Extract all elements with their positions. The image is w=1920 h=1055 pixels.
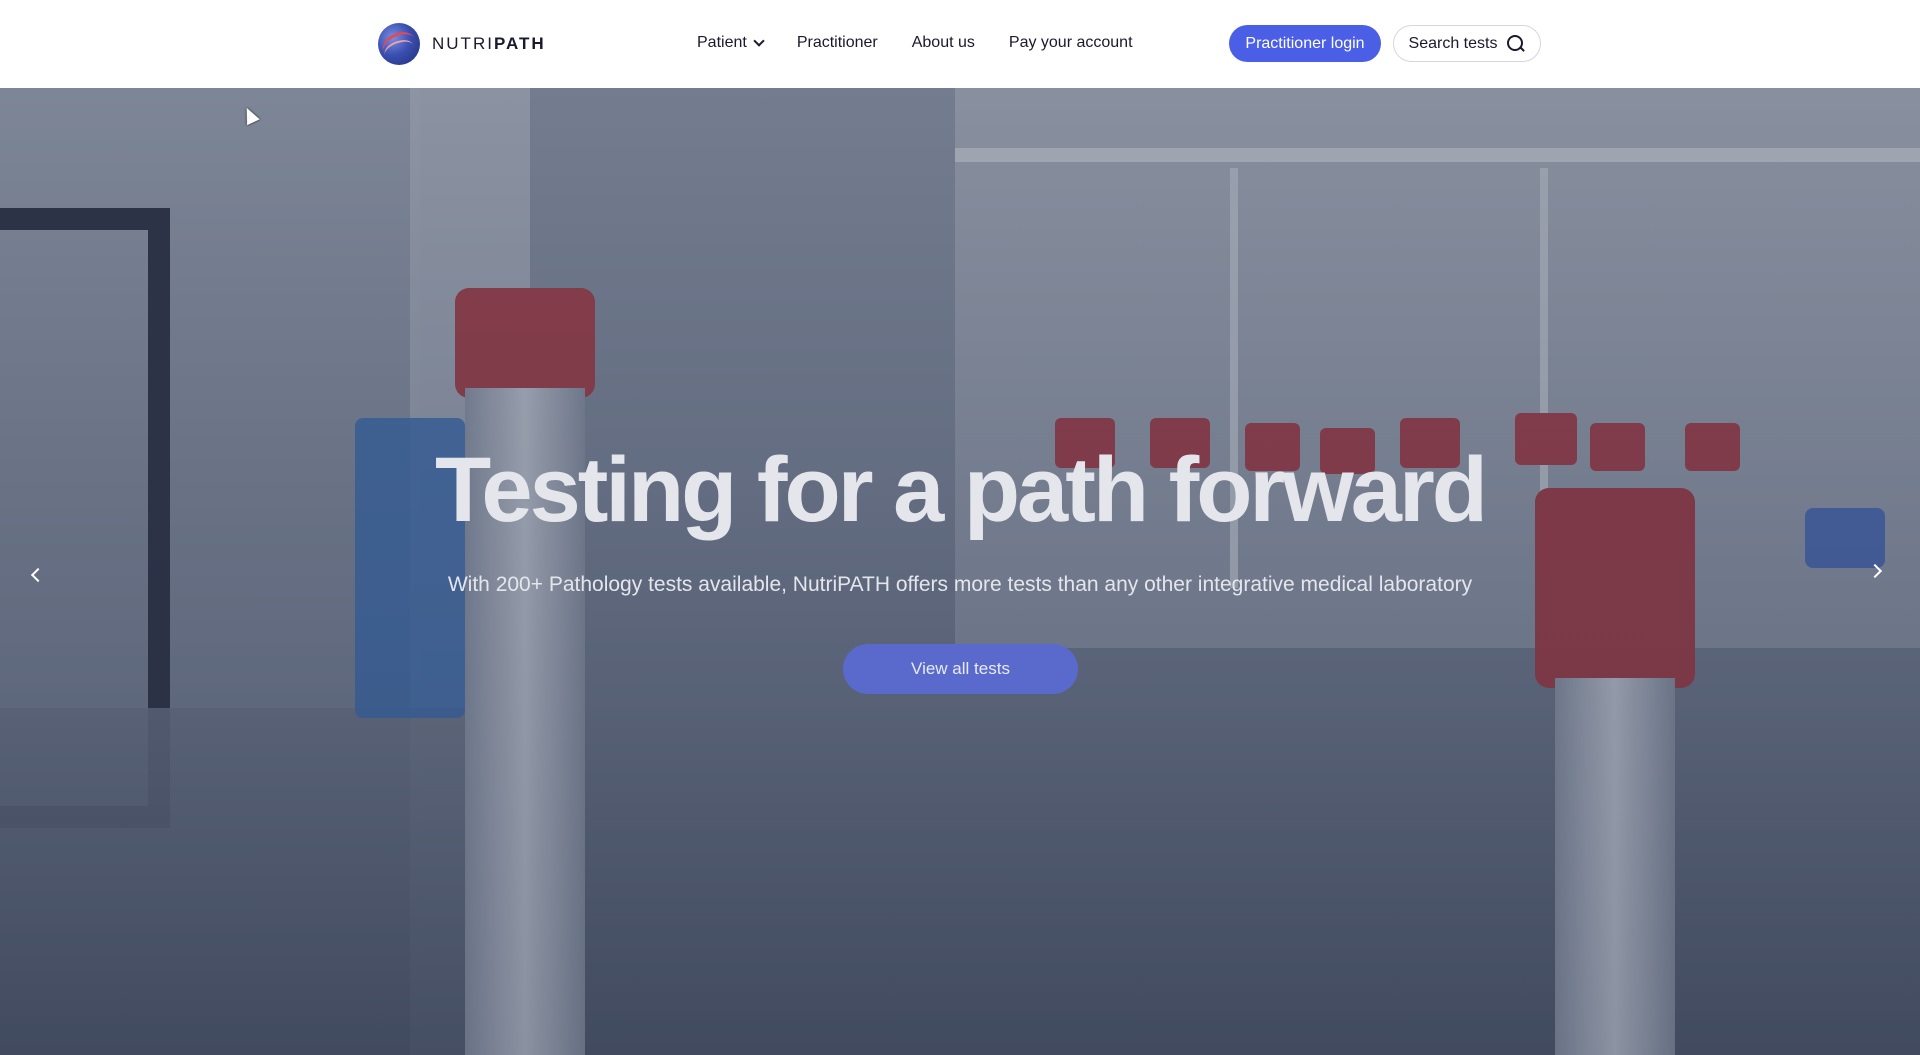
logo-wordmark: NUTRIPATH (432, 34, 546, 54)
logo-text-bold: PATH (493, 34, 546, 53)
chevron-left-icon (30, 567, 46, 583)
chevron-down-icon (753, 35, 765, 47)
search-tests-button[interactable]: Search tests (1393, 25, 1541, 62)
hero-title: Testing for a path forward (435, 439, 1488, 541)
hero-overlay (0, 88, 1920, 1055)
nav-item-label: Patient (697, 34, 747, 51)
view-all-tests-button[interactable]: View all tests (843, 644, 1078, 694)
search-tests-label: Search tests (1408, 34, 1498, 52)
hero-banner: Testing for a path forward With 200+ Pat… (0, 88, 1920, 1055)
carousel-prev-button[interactable] (21, 560, 51, 590)
chevron-right-icon (1867, 563, 1883, 579)
nav-item-label: Pay your account (1008, 34, 1133, 51)
nav-item-label: About us (911, 34, 975, 51)
practitioner-login-label: Practitioner login (1245, 34, 1365, 52)
practitioner-login-button[interactable]: Practitioner login (1229, 25, 1381, 62)
nav-item-about-us[interactable]: About us (912, 34, 975, 52)
site-header: NUTRIPATH Patient Practitioner About us … (0, 0, 1920, 88)
view-all-tests-label: View all tests (911, 659, 1010, 678)
search-icon (1507, 34, 1525, 53)
logo-text-light: NUTRI (432, 34, 494, 53)
hero-subtitle: With 200+ Pathology tests available, Nut… (447, 573, 1473, 596)
carousel-next-button[interactable] (1862, 556, 1892, 586)
nav-item-patient[interactable]: Patient (697, 34, 765, 52)
nav-item-practitioner[interactable]: Practitioner (797, 34, 878, 52)
nutripath-globe-icon (378, 23, 420, 65)
site-logo[interactable]: NUTRIPATH (378, 22, 546, 66)
nav-item-label: Practitioner (796, 34, 878, 51)
nav-item-pay-account[interactable]: Pay your account (1009, 34, 1133, 52)
main-nav: Patient Practitioner About us Pay your a… (697, 30, 1167, 56)
